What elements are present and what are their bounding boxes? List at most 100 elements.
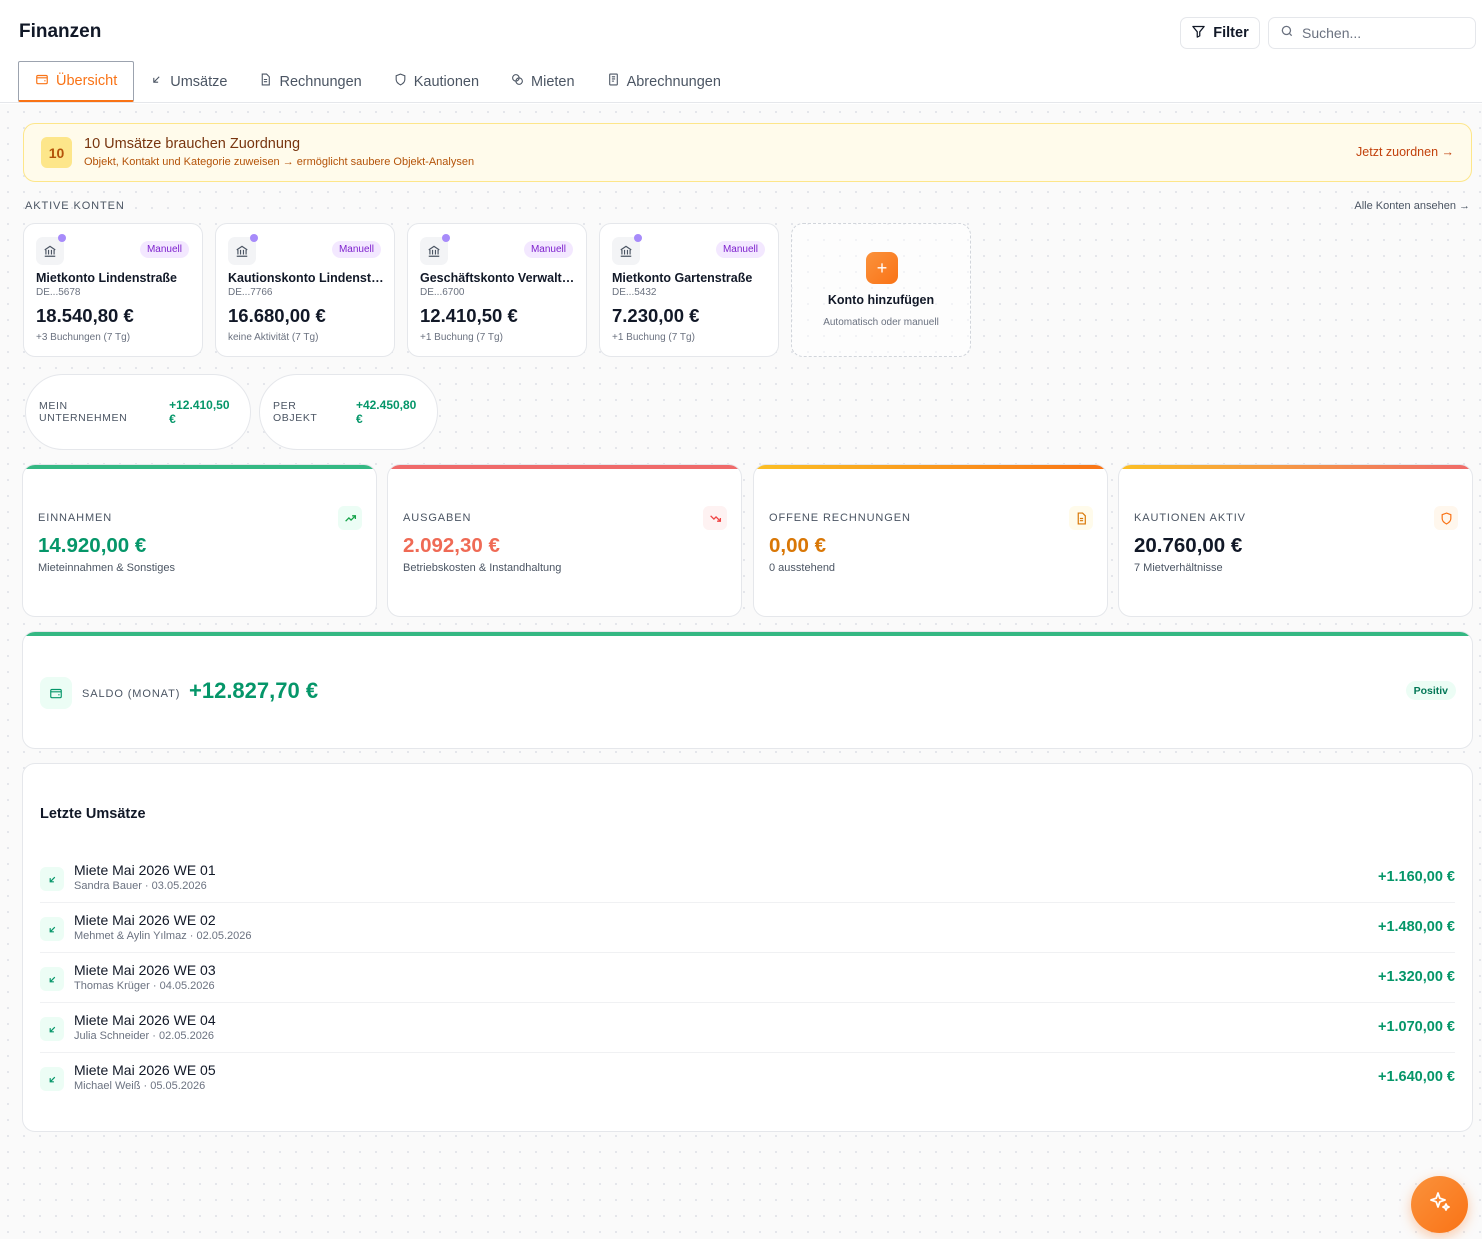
income-stat-card[interactable]: EINNAHMEN 14.920,00 € Mieteinnahmen & So…	[23, 465, 376, 616]
saldo-label: SALDO (MONAT)	[82, 688, 181, 700]
filter-button[interactable]: Filter	[1180, 17, 1260, 49]
transaction-amount: +1.640,00 €	[1377, 1069, 1455, 1085]
transaction-amount: +1.160,00 €	[1377, 869, 1455, 885]
assign-now-link[interactable]: Jetzt zuordnen →	[1356, 145, 1454, 159]
arrow-down-left-icon	[40, 1067, 64, 1091]
account-card[interactable]: Manuell Mietkonto Gartenstraße DE...5432…	[599, 223, 779, 357]
tab-kautionen[interactable]: Kautionen	[378, 61, 495, 102]
transaction-amount: +1.480,00 €	[1377, 919, 1455, 935]
account-activity: +1 Buchung (7 Tg)	[420, 332, 503, 343]
shield-icon	[394, 73, 407, 90]
arrow-down-left-icon	[40, 867, 64, 891]
stat-value: 2.092,30 €	[403, 534, 500, 557]
status-dot	[58, 234, 66, 242]
account-card[interactable]: Manuell Kautionskonto Lindenstraße DE...…	[215, 223, 395, 357]
filter-icon	[1191, 24, 1206, 43]
tab-abrechnungen[interactable]: Abrechnungen	[591, 61, 737, 102]
company-balance-pill[interactable]: MEIN UNTERNEHMEN +12.410,50 €	[25, 374, 251, 450]
manual-badge: Manuell	[715, 241, 765, 258]
file-text-icon	[1069, 506, 1093, 530]
transaction-row[interactable]: Miete Mai 2026 WE 05 Michael Weiß · 05.0…	[40, 1053, 1455, 1103]
tab-rechnungen[interactable]: Rechnungen	[243, 61, 377, 102]
transaction-meta: Michael Weiß · 05.05.2026	[74, 1080, 206, 1092]
stat-value: 20.760,00 €	[1134, 534, 1243, 557]
recent-transactions-title: Letzte Umsätze	[40, 806, 146, 822]
account-iban: DE...7766	[228, 287, 273, 298]
stat-subtitle: 0 ausstehend	[769, 562, 836, 574]
arrow-down-left-icon	[40, 967, 64, 991]
transaction-amount: +1.070,00 €	[1377, 1019, 1455, 1035]
tab-label: Abrechnungen	[626, 73, 721, 90]
expenses-stat-card[interactable]: AUSGABEN 2.092,30 € Betriebskosten & Ins…	[388, 465, 741, 616]
top-bar: Finanzen Filter Übersicht Umsätze	[0, 0, 1482, 103]
saldo-value: +12.827,70 €	[189, 678, 319, 703]
account-name: Mietkonto Lindenstraße	[36, 271, 177, 285]
transaction-row[interactable]: Miete Mai 2026 WE 02 Mehmet & Aylin Yılm…	[40, 903, 1455, 953]
transaction-name: Miete Mai 2026 WE 01	[74, 862, 216, 878]
positive-badge: Positiv	[1405, 681, 1456, 700]
account-name: Kautionskonto Lindenstraße	[228, 271, 384, 285]
accent-bar	[754, 465, 1107, 469]
monthly-balance-card: SALDO (MONAT) +12.827,70 € Positiv	[23, 632, 1472, 748]
pill-label: MEIN UNTERNEHMEN	[39, 400, 128, 424]
accent-bar	[23, 632, 1472, 636]
main-content: 10 10 Umsätze brauchen Zuordnung Objekt,…	[0, 104, 1482, 1239]
status-dot	[442, 234, 450, 242]
transaction-meta: Julia Schneider · 02.05.2026	[74, 1030, 215, 1042]
transaction-meta: Mehmet & Aylin Yılmaz · 02.05.2026	[74, 930, 252, 942]
stat-value: 0,00 €	[769, 534, 826, 557]
arrow-down-left-icon	[40, 917, 64, 941]
transaction-name: Miete Mai 2026 WE 02	[74, 912, 216, 928]
receipt-icon	[607, 73, 620, 90]
deposits-stat-card[interactable]: KAUTIONEN AKTIV 20.760,00 € 7 Mietverhäl…	[1119, 465, 1472, 616]
pill-value: +12.410,50 €	[169, 398, 230, 426]
stat-label: KAUTIONEN AKTIV	[1134, 512, 1246, 524]
manual-badge: Manuell	[139, 241, 189, 258]
add-account-subtitle: Automatisch oder manuell	[823, 317, 939, 328]
transaction-row[interactable]: Miete Mai 2026 WE 03 Thomas Krüger · 04.…	[40, 953, 1455, 1003]
wallet-icon	[40, 677, 72, 709]
stat-label: EINNAHMEN	[38, 512, 113, 524]
transaction-name: Miete Mai 2026 WE 03	[74, 962, 216, 978]
all-accounts-link[interactable]: Alle Konten ansehen →	[1354, 200, 1470, 212]
file-text-icon	[259, 73, 272, 90]
arrow-down-left-icon	[150, 73, 163, 90]
accent-bar	[23, 465, 376, 469]
plus-icon: +	[866, 252, 898, 284]
stat-subtitle: Betriebskosten & Instandhaltung	[403, 562, 562, 574]
per-object-pill[interactable]: PER OBJEKT +42.450,80 €	[259, 374, 438, 450]
add-account-title: Konto hinzufügen	[827, 293, 935, 307]
account-balance: 18.540,80 €	[36, 305, 134, 326]
manual-badge: Manuell	[331, 241, 381, 258]
alert-title: 10 Umsätze brauchen Zuordnung	[84, 136, 301, 152]
tab-umsaetze[interactable]: Umsätze	[134, 61, 243, 102]
account-balance: 16.680,00 €	[228, 305, 326, 326]
transaction-row[interactable]: Miete Mai 2026 WE 04 Julia Schneider · 0…	[40, 1003, 1455, 1053]
transaction-name: Miete Mai 2026 WE 05	[74, 1062, 216, 1078]
search-input[interactable]	[1302, 25, 1462, 41]
tab-label: Rechnungen	[279, 73, 362, 90]
transaction-row[interactable]: Miete Mai 2026 WE 01 Sandra Bauer · 03.0…	[40, 853, 1455, 903]
tab-uebersicht[interactable]: Übersicht	[18, 61, 135, 102]
tab-mieten[interactable]: Mieten	[495, 61, 591, 102]
account-activity: keine Aktivität (7 Tg)	[228, 332, 319, 343]
account-card[interactable]: Manuell Mietkonto Lindenstraße DE...5678…	[23, 223, 203, 357]
assignment-alert: 10 10 Umsätze brauchen Zuordnung Objekt,…	[23, 123, 1472, 182]
alert-count-badge: 10	[41, 137, 72, 168]
arrow-down-left-icon	[40, 1017, 64, 1041]
open-invoices-stat-card[interactable]: OFFENE RECHNUNGEN 0,00 € 0 ausstehend	[754, 465, 1107, 616]
add-account-card[interactable]: + Konto hinzufügen Automatisch oder manu…	[791, 223, 971, 357]
account-card[interactable]: Manuell Geschäftskonto Verwaltung DE...6…	[407, 223, 587, 357]
ai-assistant-button[interactable]	[1411, 1176, 1468, 1233]
accent-bar	[1119, 465, 1472, 469]
transaction-meta: Thomas Krüger · 04.05.2026	[74, 980, 215, 992]
coins-icon	[511, 73, 524, 90]
tab-label: Übersicht	[56, 73, 118, 89]
account-name: Geschäftskonto Verwaltung	[420, 271, 576, 285]
stat-subtitle: 7 Mietverhältnisse	[1134, 562, 1223, 574]
stat-label: AUSGABEN	[403, 512, 472, 524]
search-box[interactable]	[1268, 17, 1476, 49]
account-name: Mietkonto Gartenstraße	[612, 271, 753, 285]
pill-label: PER OBJEKT	[273, 400, 318, 424]
account-iban: DE...5432	[612, 287, 657, 298]
